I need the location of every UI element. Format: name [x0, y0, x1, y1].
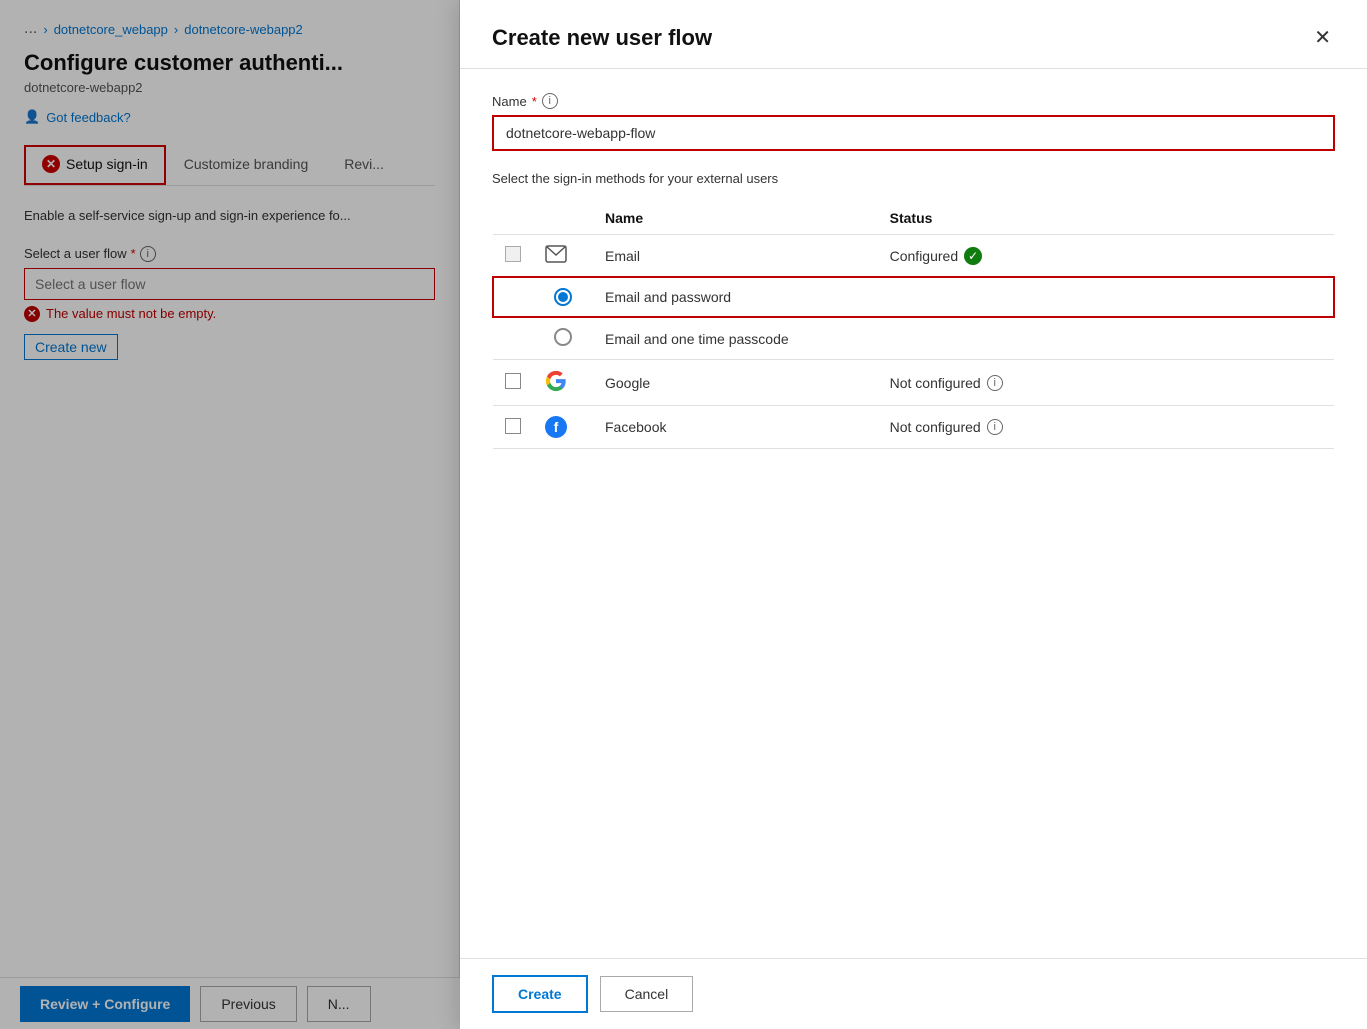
table-row-google: Google Not configured i: [493, 360, 1334, 406]
google-not-configured-icon[interactable]: i: [987, 375, 1003, 391]
modal-panel: Create new user flow ✕ Name * i Select t…: [460, 0, 1367, 1029]
signin-subtitle: Select the sign-in methods for your exte…: [492, 171, 1335, 186]
email-checkbox-cell[interactable]: [493, 235, 533, 278]
name-input[interactable]: [492, 115, 1335, 151]
email-otp-checkbox-cell: [493, 317, 533, 360]
col-name: Name: [593, 202, 878, 235]
name-label: Name * i: [492, 93, 1335, 109]
col-icon: [533, 202, 593, 235]
email-password-name: Email and password: [593, 277, 1334, 317]
table-row-email-password[interactable]: Email and password: [493, 277, 1334, 317]
google-checkbox[interactable]: [505, 373, 521, 389]
table-row-email: Email Configured ✓: [493, 235, 1334, 278]
email-status-text: Configured: [890, 248, 959, 264]
email-password-radio[interactable]: [554, 288, 572, 306]
name-info-icon[interactable]: i: [542, 93, 558, 109]
google-status: Not configured i: [878, 360, 1334, 406]
google-checkbox-cell[interactable]: [493, 360, 533, 406]
email-checkbox[interactable]: [505, 246, 521, 262]
name-field-group: Name * i: [492, 93, 1335, 151]
col-checkbox: [493, 202, 533, 235]
modal-close-button[interactable]: ✕: [1310, 24, 1335, 52]
facebook-icon: f: [545, 416, 567, 438]
facebook-checkbox-cell[interactable]: [493, 406, 533, 449]
email-status-cell: Configured ✓: [878, 235, 1334, 278]
modal-footer: Create Cancel: [460, 958, 1367, 1029]
email-icon: [545, 245, 567, 263]
email-password-checkbox-cell: [493, 277, 533, 317]
configured-icon: ✓: [964, 247, 982, 265]
google-icon: [545, 370, 567, 392]
email-otp-radio[interactable]: [554, 328, 572, 346]
facebook-not-configured-icon[interactable]: i: [987, 419, 1003, 435]
email-name-cell: Email: [593, 235, 878, 278]
facebook-status-text: Not configured: [890, 419, 981, 435]
email-password-radio-cell[interactable]: [533, 277, 593, 317]
methods-table: Name Status Email: [492, 202, 1335, 449]
name-required: *: [532, 94, 537, 109]
create-button[interactable]: Create: [492, 975, 588, 1013]
modal-header: Create new user flow ✕: [460, 0, 1367, 69]
table-row-facebook: f Facebook Not configured i: [493, 406, 1334, 449]
table-row-email-otp[interactable]: Email and one time passcode: [493, 317, 1334, 360]
modal-title: Create new user flow: [492, 25, 712, 51]
table-header-row: Name Status: [493, 202, 1334, 235]
col-status: Status: [878, 202, 1334, 235]
facebook-name: Facebook: [593, 406, 878, 449]
email-icon-cell: [533, 235, 593, 278]
google-status-text: Not configured: [890, 375, 981, 391]
facebook-checkbox[interactable]: [505, 418, 521, 434]
google-icon-cell: [533, 360, 593, 406]
email-otp-name: Email and one time passcode: [593, 317, 1334, 360]
facebook-icon-cell: f: [533, 406, 593, 449]
modal-body: Name * i Select the sign-in methods for …: [460, 69, 1367, 958]
google-name: Google: [593, 360, 878, 406]
cancel-button[interactable]: Cancel: [600, 976, 694, 1012]
email-otp-radio-cell[interactable]: [533, 317, 593, 360]
facebook-status: Not configured i: [878, 406, 1334, 449]
